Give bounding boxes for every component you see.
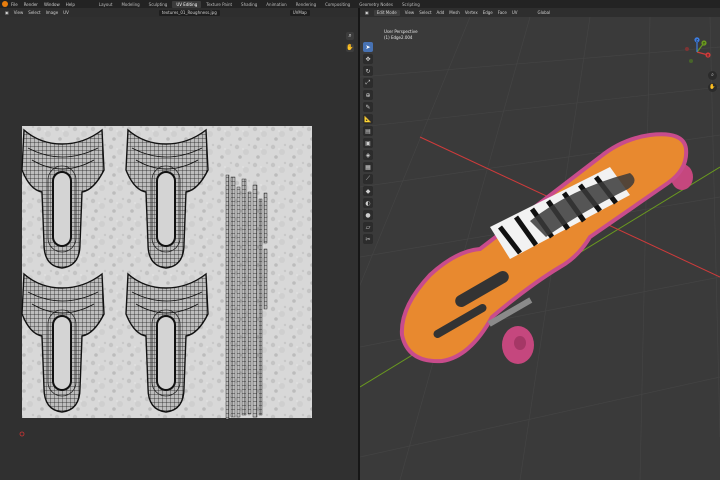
loopcut-icon[interactable]: ▦ (363, 162, 373, 172)
top-bar: File Render Window Help Layout Modeling … (0, 0, 720, 8)
uv-menu-image[interactable]: Image (46, 10, 59, 15)
vp-menu-view[interactable]: View (405, 10, 415, 15)
spin-icon[interactable]: ◐ (363, 198, 373, 208)
editor-type-icon[interactable]: ▣ (5, 10, 9, 15)
transform-icon[interactable]: ⊕ (363, 90, 373, 100)
image-selector[interactable]: textures_01_Roughness.jpg (158, 9, 220, 16)
menu-render[interactable]: Render (24, 2, 38, 7)
tab-shading[interactable]: Shading (237, 1, 261, 8)
viewport-header: ▣ Edit Mode View Select Add Mesh Vertex … (360, 8, 720, 17)
uv-menu-view[interactable]: View (14, 10, 24, 15)
zoom-view-icon[interactable]: ⌕ (708, 71, 717, 80)
measure-icon[interactable]: 📐 (363, 114, 373, 124)
rip-icon[interactable]: ✂ (363, 234, 373, 244)
vp-menu-edge[interactable]: Edge (483, 10, 493, 15)
vp-menu-add[interactable]: Add (437, 10, 445, 15)
vp-menu-face[interactable]: Face (498, 10, 507, 15)
menu-file[interactable]: File (11, 2, 18, 7)
tab-modeling[interactable]: Modeling (117, 1, 143, 8)
viewport-info: User Perspective (1) Edge2.004 (384, 29, 418, 41)
skateboard-mesh (399, 132, 693, 364)
inset-icon[interactable]: ▣ (363, 138, 373, 148)
tab-rendering[interactable]: Rendering (292, 1, 320, 8)
3d-viewport[interactable]: User Perspective (1) Edge2.004 ➤ ✥ ↻ ⤢ ⊕… (360, 17, 720, 480)
orientation-selector[interactable]: Global (537, 10, 550, 15)
cursor-icon[interactable]: ➤ (363, 42, 373, 52)
knife-icon[interactable]: ⟋ (363, 174, 373, 184)
tool-shelf: ➤ ✥ ↻ ⤢ ⊕ ✎ 📐 ▤ ▣ ◈ ▦ ⟋ ◆ ◐ ● ▱ ✂ (363, 42, 375, 246)
cursor-2d-icon (19, 431, 25, 437)
uv-menu-select[interactable]: Select (28, 10, 40, 15)
tab-animation[interactable]: Animation (262, 1, 290, 8)
vp-menu-vertex[interactable]: Vertex (465, 10, 478, 15)
scale-icon[interactable]: ⤢ (363, 78, 373, 88)
vp-menu-mesh[interactable]: Mesh (449, 10, 460, 15)
mode-selector[interactable]: Edit Mode (373, 9, 400, 16)
tab-compositing[interactable]: Compositing (321, 1, 354, 8)
uv-menu-uv[interactable]: UV (63, 10, 69, 15)
pan-view-icon[interactable]: ✋ (708, 83, 717, 92)
smooth-icon[interactable]: ● (363, 210, 373, 220)
bevel-icon[interactable]: ◈ (363, 150, 373, 160)
blender-logo-icon[interactable] (2, 1, 8, 7)
menu-window[interactable]: Window (44, 2, 60, 7)
tab-scripting[interactable]: Scripting (398, 1, 424, 8)
shear-icon[interactable]: ▱ (363, 222, 373, 232)
annotate-icon[interactable]: ✎ (363, 102, 373, 112)
polybuild-icon[interactable]: ◆ (363, 186, 373, 196)
vp-menu-select[interactable]: Select (419, 10, 431, 15)
tab-layout[interactable]: Layout (95, 1, 117, 8)
uv-map-selector[interactable]: UVMap (289, 9, 310, 16)
uv-layout (19, 126, 312, 437)
move-icon[interactable]: ✥ (363, 54, 373, 64)
tab-uv-editing[interactable]: UV Editing (172, 0, 202, 8)
axis-gizmo-icon[interactable]: X Y Z (682, 37, 712, 67)
extrude-icon[interactable]: ▤ (363, 126, 373, 136)
tab-geometry-nodes[interactable]: Geometry Nodes (355, 1, 397, 8)
uv-editor-header: ▣ View Select Image UV textures_01_Rough… (0, 8, 358, 17)
menu-help[interactable]: Help (66, 2, 75, 7)
vp-menu-uv[interactable]: UV (512, 10, 518, 15)
viewport-editor-type-icon[interactable]: ▣ (365, 10, 369, 15)
tab-texture-paint[interactable]: Texture Paint (202, 1, 236, 8)
active-object-label: (1) Edge2.004 (384, 35, 413, 40)
rotate-icon[interactable]: ↻ (363, 66, 373, 76)
tab-sculpting[interactable]: Sculpting (145, 1, 172, 8)
uv-editor-canvas[interactable]: ⌕ ✋ (0, 17, 358, 480)
viewport-scene (360, 17, 720, 480)
